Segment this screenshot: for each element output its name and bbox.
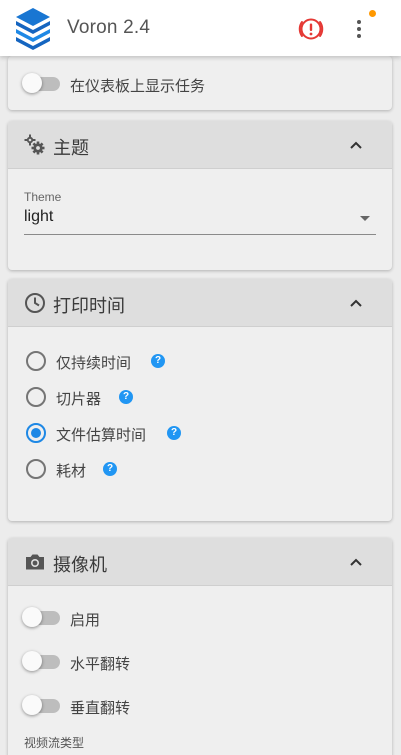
help-icon[interactable]: ?	[103, 462, 117, 476]
print-time-card-title: 打印时间	[53, 296, 125, 316]
camera-enable-toggle[interactable]: 启用	[22, 606, 124, 630]
radio-file-estimate[interactable]: 文件估算时间 ?	[24, 421, 199, 445]
print-time-card: 打印时间 仅持续时间 ? 切片器 ? 文件估算时间 ? 耗材 ?	[8, 279, 392, 521]
app-bar: Voron 2.4	[0, 0, 401, 56]
flip-vertical-toggle[interactable]: 垂直翻转	[22, 694, 154, 718]
theme-select-label: Theme	[24, 190, 62, 204]
camera-card-title: 摄像机	[53, 555, 107, 575]
notification-badge	[369, 10, 376, 17]
help-icon[interactable]: ?	[119, 390, 133, 404]
stream-type-label: 视频流类型	[24, 736, 85, 750]
more-menu-button[interactable]	[350, 14, 370, 44]
theme-card-title: 主题	[53, 138, 89, 158]
flip-horizontal-toggle[interactable]: 水平翻转	[22, 650, 154, 674]
camera-card-header[interactable]: 摄像机	[8, 538, 392, 586]
app-title: Voron 2.4	[67, 17, 151, 38]
theme-select-value: light	[24, 208, 54, 225]
cogs-icon	[24, 134, 45, 155]
toggle-label: 在仪表板上显示任务	[70, 78, 206, 95]
help-icon[interactable]: ?	[167, 426, 181, 440]
theme-card-header[interactable]: 主题	[8, 121, 392, 169]
camera-card: 摄像机 启用 水平翻转 垂直翻转 视频流类型	[8, 538, 392, 755]
dropdown-arrow-icon	[360, 216, 370, 221]
emergency-stop-button[interactable]	[296, 14, 326, 44]
chevron-up-icon[interactable]	[346, 293, 366, 313]
clock-icon	[25, 293, 45, 313]
radio-filament[interactable]: 耗材 ?	[24, 457, 134, 481]
voron-logo-icon	[16, 8, 50, 50]
chevron-up-icon[interactable]	[346, 135, 366, 155]
radio-slicer[interactable]: 切片器 ?	[24, 385, 154, 409]
radio-duration-only[interactable]: 仅持续时间 ?	[24, 349, 184, 373]
dashboard-settings-card: 在仪表板上显示任务	[8, 56, 392, 110]
help-icon[interactable]: ?	[151, 354, 165, 368]
theme-card: 主题 Theme light	[8, 121, 392, 270]
camera-icon	[26, 554, 44, 570]
print-time-card-header[interactable]: 打印时间	[8, 279, 392, 327]
emergency-stop-icon	[298, 18, 324, 40]
show-jobs-on-dashboard-toggle[interactable]: 在仪表板上显示任务	[22, 72, 274, 96]
theme-select[interactable]: light	[24, 205, 376, 235]
chevron-up-icon[interactable]	[346, 552, 366, 572]
